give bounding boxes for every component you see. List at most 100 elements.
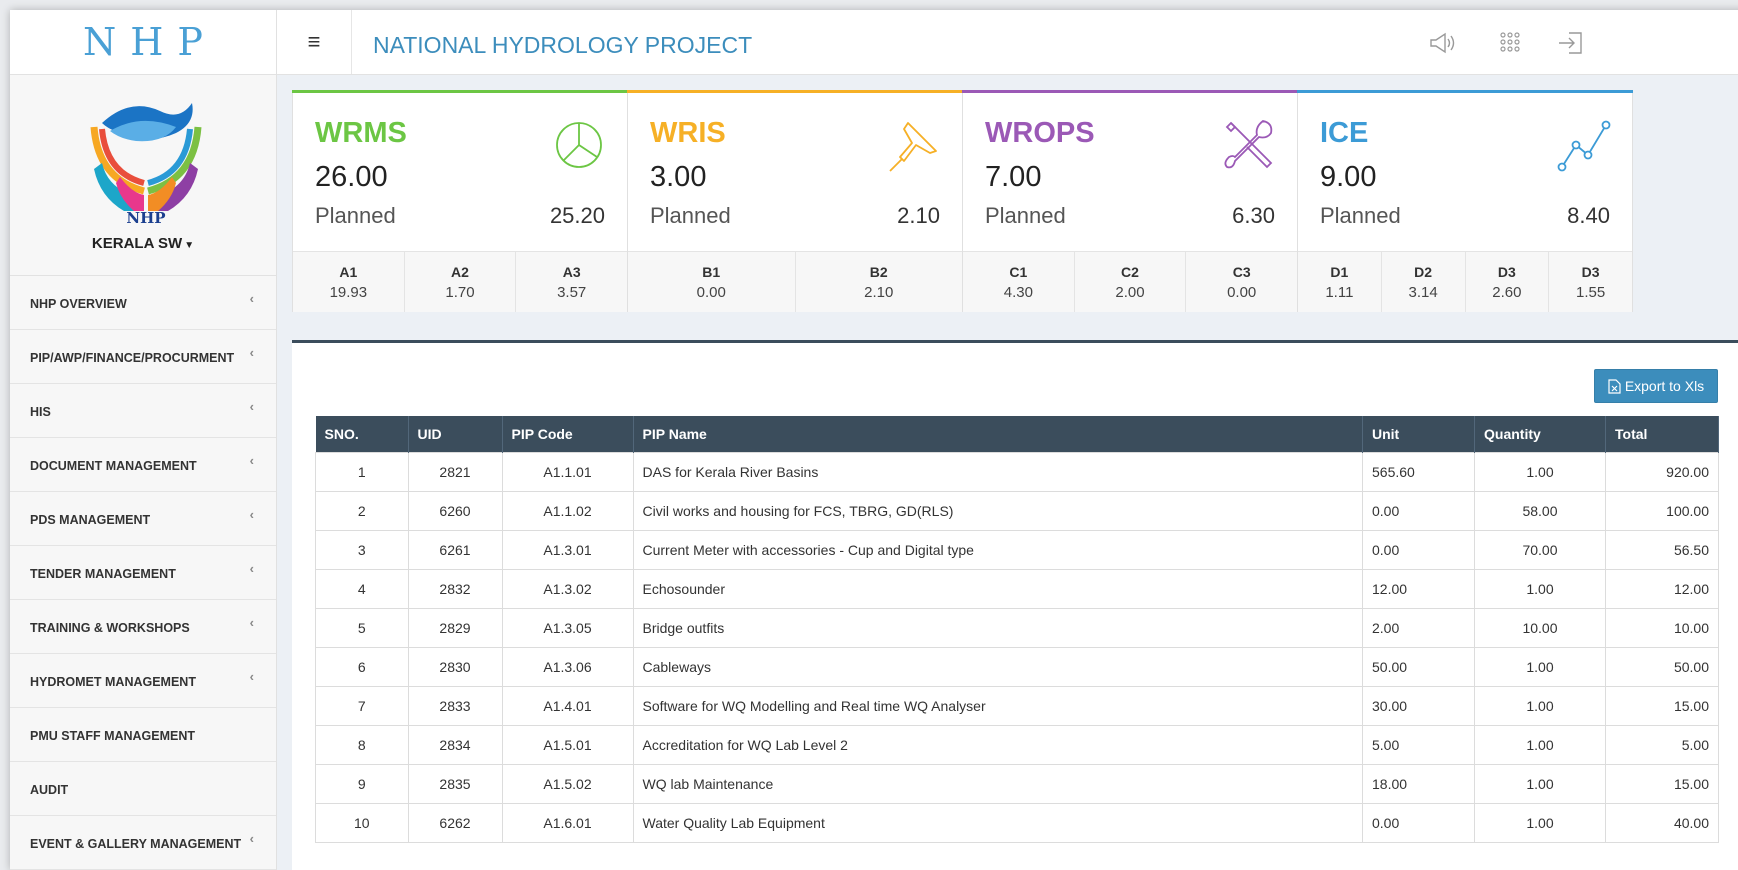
table-cell: 1.00 — [1474, 647, 1606, 687]
sidebar-item-audit[interactable]: AUDIT — [10, 762, 276, 816]
logo-bar: NHP — [10, 10, 276, 75]
sub-component[interactable]: D3 2.60 — [1466, 252, 1550, 312]
sub-component[interactable]: D2 3.14 — [1382, 252, 1466, 312]
table-cell: 2829 — [407, 608, 503, 648]
logout-icon[interactable] — [1555, 30, 1585, 56]
app-window: NHP NHP KERALA SW ▼ NHP OVERVIEW ‹ PIP/A… — [10, 10, 1738, 870]
table-row[interactable]: 7 2833 A1.4.01 Software for WQ Modelling an… — [315, 686, 1719, 726]
sidebar-item-pip-awp-finance-procurment[interactable]: PIP/AWP/FINANCE/PROCURMENT ‹ — [10, 330, 276, 384]
file-excel-icon — [1608, 378, 1621, 394]
column-header[interactable]: PIP Name — [633, 416, 1363, 453]
sidebar-item-hydromet-management[interactable]: HYDROMET MANAGEMENT ‹ — [10, 654, 276, 708]
megaphone-icon[interactable] — [1427, 30, 1457, 56]
nhp-emblem-logo: NHP — [90, 103, 202, 225]
sub-component[interactable]: A1 19.93 — [293, 252, 405, 312]
app-logo[interactable]: NHP — [83, 20, 217, 64]
sub-component[interactable]: D3 1.55 — [1549, 252, 1632, 312]
summary-card-ice[interactable]: ICE 9.00 Planned 8.40 D1 1.11 D2 3.14 D3… — [1297, 90, 1633, 312]
table-cell: 12.00 — [1362, 569, 1475, 609]
summary-card-wris[interactable]: WRIS 3.00 Planned 2.10 B1 0.00 B2 2.10 — [627, 90, 963, 312]
table-cell: Civil works and housing for FCS, TBRG, G… — [632, 491, 1363, 531]
table-cell: Current Meter with accessories - Cup and… — [632, 530, 1363, 570]
caret-down-icon: ▼ — [184, 240, 195, 251]
sidebar-item-pmu-staff-management[interactable]: PMU STAFF MANAGEMENT — [10, 708, 276, 762]
user-name-label: KERALA SW — [91, 235, 183, 252]
table-cell: 100.00 — [1605, 491, 1719, 531]
sub-component[interactable]: C2 2.00 — [1075, 252, 1187, 312]
table-row[interactable]: 10 6262 A1.6.01 Water Quality Lab Equipment… — [315, 803, 1719, 843]
sub-component[interactable]: C1 4.30 — [963, 252, 1075, 312]
sidebar-item-event-gallery-management[interactable]: EVENT & GALLERY MANAGEMENT ‹ — [10, 816, 276, 870]
sidebar-item-pds-management[interactable]: PDS MANAGEMENT ‹ — [10, 492, 276, 546]
table-cell: 6261 — [407, 530, 503, 570]
summary-card-wrops[interactable]: WROPS 7.00 Planned 6.30 C1 4.30 C2 2.00 … — [962, 90, 1298, 312]
column-header[interactable]: UID — [408, 416, 503, 453]
sub-component-value: 19.93 — [329, 284, 368, 301]
card-planned-value: 25.20 — [549, 203, 605, 228]
export-to-xls-button[interactable]: Export to Xls — [1594, 369, 1718, 403]
sub-component-label: C2 — [1121, 264, 1139, 280]
sub-component[interactable]: A3 3.57 — [516, 252, 627, 312]
column-header[interactable]: Total — [1605, 416, 1719, 453]
table-cell: 6 — [315, 647, 409, 687]
pie-chart-icon — [551, 117, 607, 173]
column-header[interactable]: Unit — [1362, 416, 1475, 453]
export-label: Export to Xls — [1624, 378, 1705, 394]
column-header[interactable]: PIP Code — [502, 416, 634, 453]
table-row[interactable]: 1 2821 A1.1.01 DAS for Kerala River Basins 5… — [315, 452, 1719, 492]
column-header[interactable]: Quantity — [1474, 416, 1606, 453]
line-chart-icon — [1556, 117, 1612, 173]
sidebar-item-label: PIP/AWP/FINANCE/PROCURMENT — [30, 351, 235, 365]
sidebar-item-his[interactable]: HIS ‹ — [10, 384, 276, 438]
table-cell: 4 — [315, 569, 409, 609]
sub-component[interactable]: D1 1.11 — [1298, 252, 1382, 312]
card-sub-components: C1 4.30 C2 2.00 C3 0.00 — [963, 251, 1297, 312]
card-planned-value: 8.40 — [1567, 203, 1610, 228]
table-cell: 3 — [315, 530, 409, 570]
hamburger-menu-button[interactable]: ≡ — [277, 10, 352, 74]
table-cell: 58.00 — [1474, 491, 1606, 531]
summary-card-wrms[interactable]: WRMS 26.00 Planned 25.20 A1 19.93 A2 1.7… — [292, 90, 628, 312]
table-row[interactable]: 8 2834 A1.5.01 Accreditation for WQ Lab Lev… — [315, 725, 1719, 765]
sub-component-label: D2 — [1414, 264, 1433, 280]
table-cell: A1.5.02 — [501, 764, 634, 804]
sub-component[interactable]: C3 0.00 — [1186, 252, 1297, 312]
apps-grid-icon[interactable] — [1495, 30, 1525, 56]
card-value: 7.00 — [985, 161, 1042, 193]
sidebar-item-training-workshops[interactable]: TRAINING & WORKSHOPS ‹ — [10, 600, 276, 654]
sidebar-item-document-management[interactable]: DOCUMENT MANAGEMENT ‹ — [10, 438, 276, 492]
chevron-left-icon: ‹ — [249, 561, 254, 576]
sidebar-item-tender-management[interactable]: TENDER MANAGEMENT ‹ — [10, 546, 276, 600]
table-cell: 1 — [315, 452, 409, 492]
card-title: ICE — [1320, 117, 1369, 149]
table-cell: WQ lab Maintenance — [632, 764, 1363, 804]
table-row[interactable]: 3 6261 A1.3.01 Current Meter with accessori… — [315, 530, 1719, 570]
user-dropdown[interactable]: KERALA SW ▼ — [10, 235, 276, 252]
sub-component-label: A2 — [451, 264, 469, 280]
table-row[interactable]: 5 2829 A1.3.05 Bridge outfits 2.00 10.00 10.00 — [315, 608, 1719, 648]
table-cell: 40.00 — [1605, 803, 1719, 843]
table-row[interactable]: 4 2832 A1.3.02 Echosounder 12.00 1.00 12.00 — [315, 569, 1719, 609]
table-cell: 1.00 — [1474, 452, 1606, 492]
sidebar: NHP NHP KERALA SW ▼ NHP OVERVIEW ‹ PIP/A… — [10, 10, 277, 870]
sidebar-item-nhp-overview[interactable]: NHP OVERVIEW ‹ — [10, 276, 276, 330]
table-row[interactable]: 9 2835 A1.5.02 WQ lab Maintenance 18.00 1.00 1… — [315, 764, 1719, 804]
sub-component[interactable]: B1 0.00 — [628, 252, 796, 312]
table-cell: A1.3.05 — [501, 608, 634, 648]
hamburger-icon: ≡ — [307, 29, 321, 54]
card-planned-value: 6.30 — [1232, 203, 1275, 228]
sub-component[interactable]: A2 1.70 — [405, 252, 517, 312]
table-cell: 15.00 — [1605, 764, 1719, 804]
table-cell: 5 — [315, 608, 409, 648]
card-planned-label: Planned — [985, 203, 1066, 228]
sub-component[interactable]: B2 2.10 — [796, 252, 963, 312]
table-cell: 1.00 — [1474, 569, 1606, 609]
table-cell: A1.3.02 — [501, 569, 634, 609]
table-cell: 0.00 — [1362, 803, 1475, 843]
card-planned-label: Planned — [1320, 203, 1401, 228]
sidebar-item-label: TENDER MANAGEMENT — [30, 567, 176, 581]
table-cell: A1.1.02 — [501, 491, 634, 531]
column-header[interactable]: SNO. — [315, 416, 409, 453]
table-row[interactable]: 6 2830 A1.3.06 Cableways 50.00 1.00 50.00 — [315, 647, 1719, 687]
table-row[interactable]: 2 6260 A1.1.02 Civil works and housing for … — [315, 491, 1719, 531]
